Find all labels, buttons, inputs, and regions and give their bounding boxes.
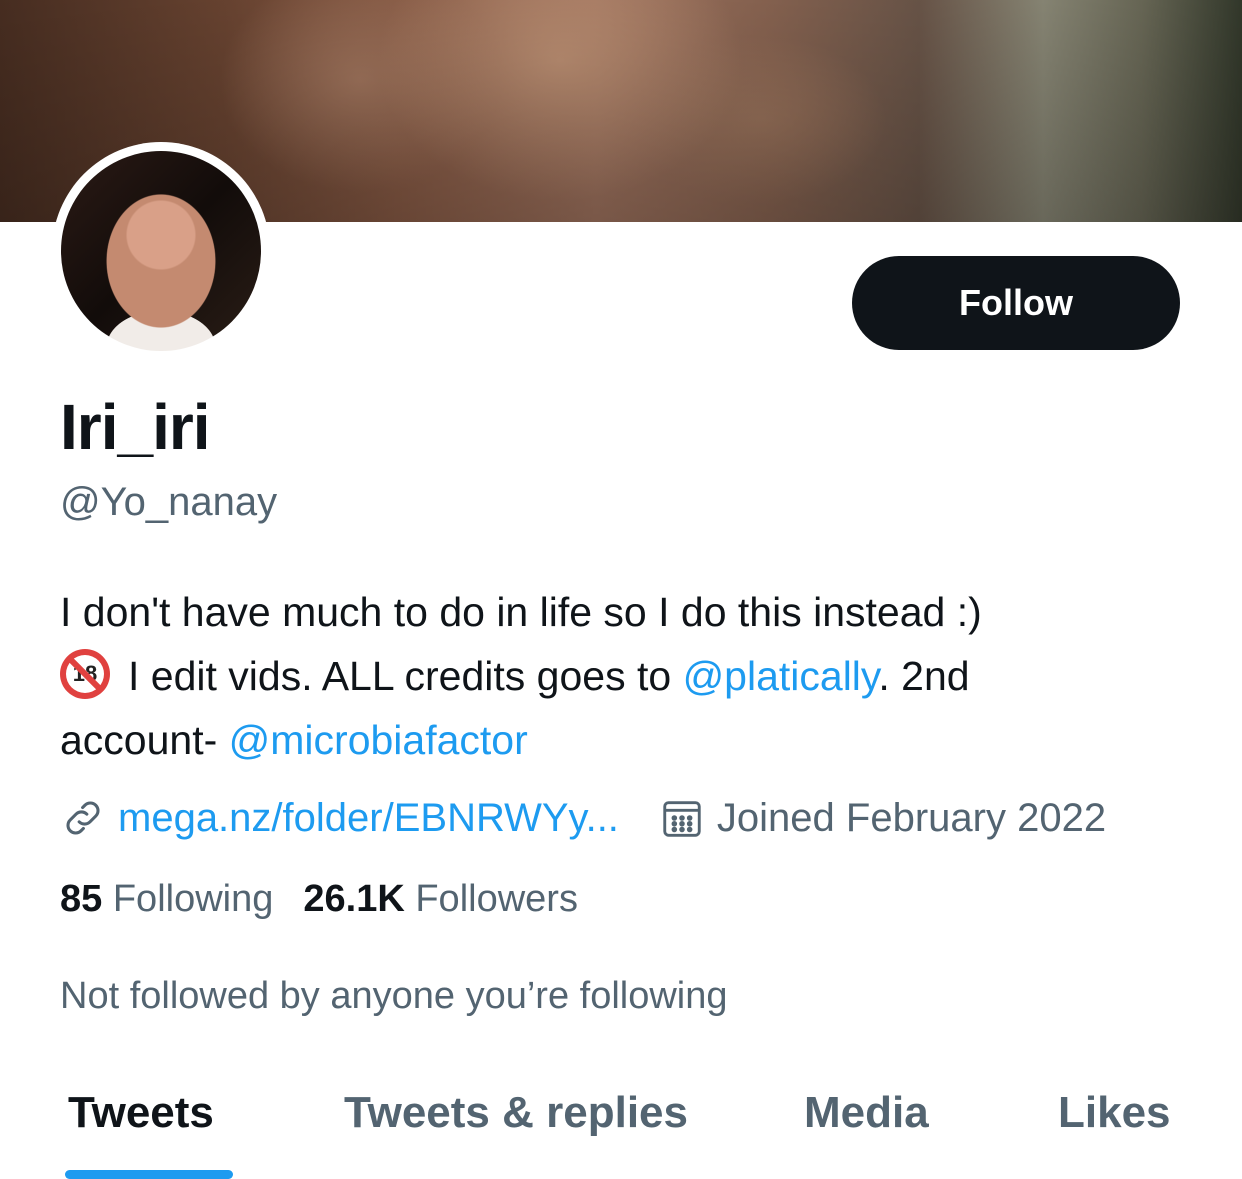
tab-tweets-and-replies[interactable]: Tweets & replies <box>344 1088 688 1138</box>
bio-line-2-text: I edit vids. ALL credits goes to <box>128 653 683 699</box>
bio-line-3: account- @microbiafactor <box>60 708 1200 772</box>
follow-button[interactable]: Follow <box>852 256 1180 350</box>
following-link[interactable]: 85 Following <box>60 878 273 921</box>
tab-likes[interactable]: Likes <box>1058 1088 1171 1138</box>
user-handle: @Yo_nanay <box>60 480 278 524</box>
profile-meta: mega.nz/folder/EBNRWYy... Joined Februar… <box>60 790 1106 846</box>
tab-media[interactable]: Media <box>804 1088 929 1138</box>
active-tab-indicator <box>65 1170 233 1179</box>
bio-line-1: I don't have much to do in life so I do … <box>60 589 982 635</box>
profile-tabs: Tweets Tweets & replies Media Likes <box>0 1068 1242 1179</box>
mention-platically-link[interactable]: @platically <box>683 653 879 699</box>
bio-line-2: 18 I edit vids. ALL credits goes to @plat… <box>60 644 1200 708</box>
link-icon <box>60 795 106 841</box>
followers-count: 26.1K <box>303 878 405 920</box>
profile-website-link[interactable]: mega.nz/folder/EBNRWYy... <box>118 796 619 841</box>
join-date: Joined February 2022 <box>716 795 1107 840</box>
bio-line-3-text: account- <box>60 717 229 763</box>
profile-page: Follow Iri_iri @Yo_nanay I don't have mu… <box>0 0 1242 1179</box>
mention-microbiafactor-link[interactable]: @microbiafactor <box>229 717 528 763</box>
no-one-under-18-icon: 18 <box>60 649 110 699</box>
bio-line-2-after: . 2nd <box>878 653 970 699</box>
avatar[interactable] <box>52 142 270 360</box>
followers-link[interactable]: 26.1K Followers <box>303 878 578 921</box>
display-name: Iri_iri <box>60 391 211 463</box>
not-followed-notice: Not followed by anyone you’re following <box>60 975 728 1017</box>
follow-counts: 85 Following 26.1K Followers <box>60 878 608 921</box>
profile-bio: I don't have much to do in life so I do … <box>60 580 1200 772</box>
following-count: 85 <box>60 878 103 920</box>
avatar-image <box>61 151 261 351</box>
calendar-icon <box>659 795 705 841</box>
following-label: Following <box>112 878 274 920</box>
tab-tweets[interactable]: Tweets <box>68 1088 214 1138</box>
followers-label: Followers <box>415 878 578 920</box>
